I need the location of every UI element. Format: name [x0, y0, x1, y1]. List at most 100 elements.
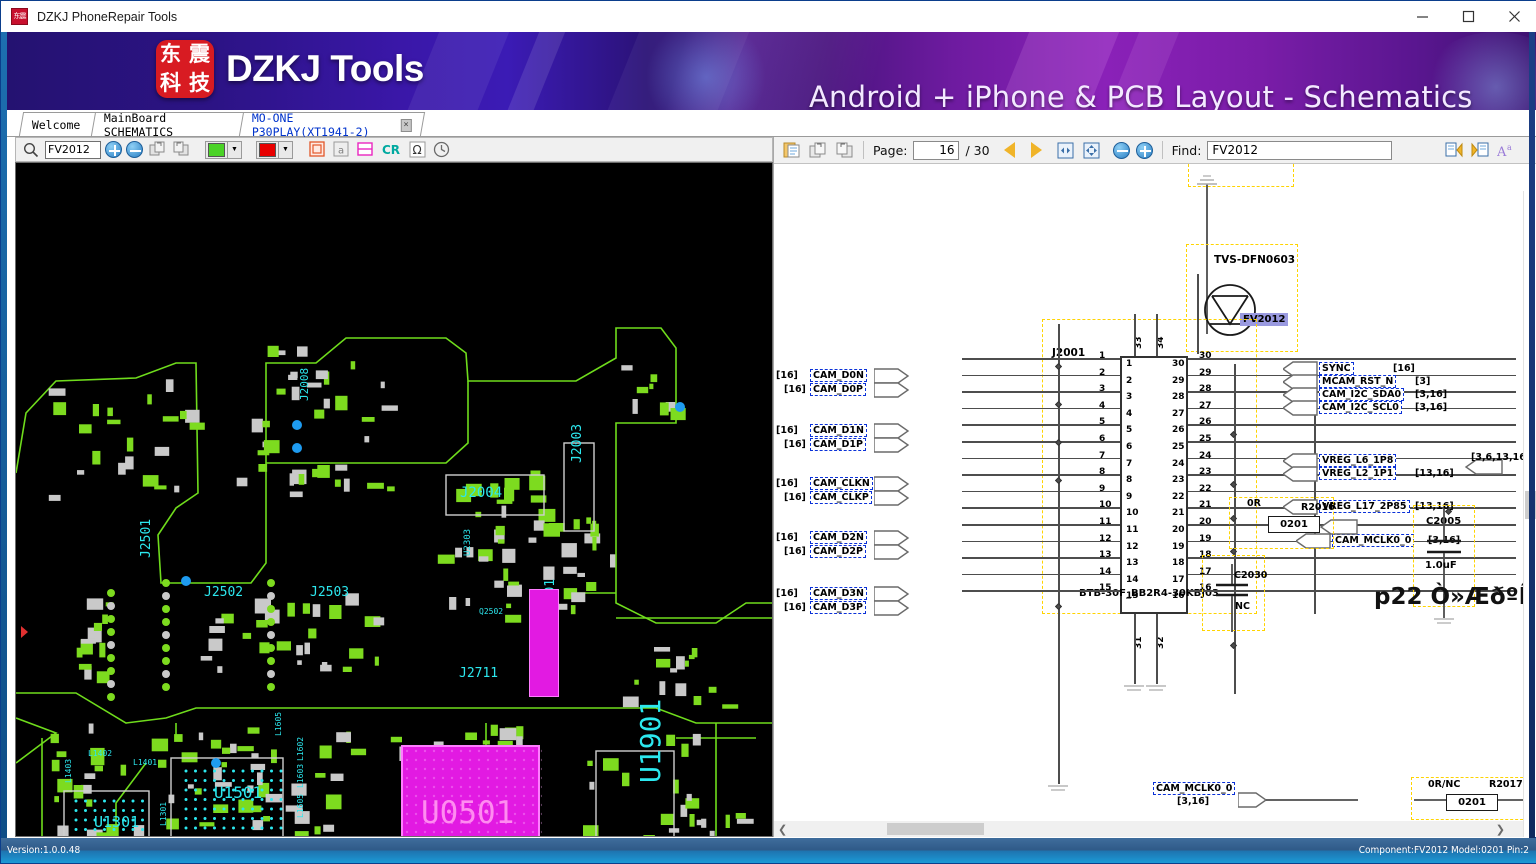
page-label: Page: [873, 142, 908, 158]
net-label-mcam_rst_n[interactable]: MCAM_RST_N [1319, 375, 1397, 388]
pcb-label-l1403: L1403 [64, 758, 73, 783]
zoom-out-icon[interactable] [126, 141, 143, 158]
search-icon[interactable] [21, 140, 41, 160]
net-connector-flag [874, 544, 910, 560]
pcb-search-input[interactable] [45, 140, 101, 159]
net-xref: [16] [776, 478, 798, 489]
tab-label: MO-ONE P30PLAY(XT1941-2) [251, 110, 370, 139]
zoom-in-icon[interactable] [105, 141, 122, 158]
fit-page-icon[interactable] [1082, 140, 1102, 160]
net-xref: [16] [784, 492, 806, 503]
connector-pin-wire [962, 474, 1120, 476]
tab-close-icon[interactable]: × [400, 118, 412, 131]
connector-left-pin-1: 1 [1126, 359, 1133, 369]
chevron-down-icon[interactable]: ▼ [227, 141, 241, 158]
connector-right-pin-21: 21 [1172, 508, 1185, 519]
net-label-cam_d0n[interactable]: CAM_D0N [810, 369, 867, 382]
maximize-icon[interactable] [1445, 1, 1491, 32]
r2017-package: 0201 [1446, 794, 1498, 811]
connector-left-pin-11: 11 [1126, 525, 1139, 535]
connector-left-pin-6: 6 [1126, 442, 1133, 452]
alpha-icon[interactable]: a [331, 140, 351, 160]
line-color-swatch [259, 142, 276, 157]
find-previous-icon[interactable] [1444, 140, 1464, 160]
net-label-vreg_l6_1p8[interactable]: VREG_L6_1P8 [1319, 454, 1397, 467]
r2016-refdes: R2016 [1301, 502, 1335, 513]
net-connector-flag [874, 490, 910, 506]
tab-strip: Welcome MainBoard SCHEMATICS MO-ONE P30P… [1, 110, 1536, 139]
bottom-net-label[interactable]: CAM_MCLK0_0 [1153, 782, 1236, 795]
net-label-vreg_l2_1p1[interactable]: VREG_L2_1P1 [1319, 467, 1397, 480]
net-label-cam_d3p[interactable]: CAM_D3P [810, 601, 866, 614]
net-xref: [3] [1415, 376, 1431, 387]
net-label-cam_i2c_scl0[interactable]: CAM_I2C_SCL0 [1319, 401, 1402, 414]
net-label-cam_d1p[interactable]: CAM_D1P [810, 438, 866, 451]
open-document-icon[interactable] [782, 140, 802, 160]
connector-left-pin-8: 8 [1126, 475, 1133, 486]
chevron-down-icon[interactable]: ▼ [278, 141, 292, 158]
prev-page-icon[interactable] [1003, 142, 1015, 158]
c2030-capacitor-symbol [1216, 564, 1248, 632]
connector-pin-wire [962, 441, 1120, 443]
font-size-icon[interactable]: Aa [1496, 140, 1516, 160]
zoom-out-icon[interactable] [1112, 141, 1130, 159]
history-icon[interactable] [431, 140, 451, 160]
overlay-icon[interactable] [307, 140, 327, 160]
connector-right-pin-25: 25 [1172, 442, 1185, 452]
fill-color-picker[interactable]: ▼ [205, 140, 242, 159]
c2005-value: 1.0uF [1425, 560, 1457, 571]
scroll-right-icon[interactable]: ❯ [1496, 823, 1505, 836]
close-icon[interactable] [1491, 1, 1536, 32]
line-color-picker[interactable]: ▼ [256, 140, 293, 159]
tab-welcome[interactable]: Welcome [18, 112, 102, 136]
net-xref: [16] [776, 588, 798, 599]
ohm-button[interactable]: Ω [407, 140, 427, 160]
schematic-viewport[interactable]: TVS-DFN0603 FV2012 J2001 BTB-30F_BB2R4-3… [774, 164, 1536, 837]
flip-vertical-icon[interactable] [171, 140, 191, 160]
rotate-left-icon[interactable] [808, 140, 828, 160]
schematic-bus-wire [1058, 324, 1060, 784]
net-label-cam_d2p[interactable]: CAM_D2P [810, 545, 866, 558]
schematic-horizontal-scrollbar[interactable]: ❮ ❯ [774, 821, 1523, 837]
connector-right-pin-23: 23 [1172, 475, 1185, 486]
connector-left-pin-2: 2 [1126, 375, 1133, 386]
page-number-input[interactable] [913, 140, 960, 160]
minimize-icon[interactable] [1399, 1, 1445, 32]
schematic-bus-wire [1197, 274, 1199, 354]
ground-symbol [1124, 685, 1144, 691]
net-xref: [16] [784, 384, 806, 395]
scroll-left-icon[interactable]: ❮ [778, 823, 787, 836]
label-u0501: U0501 [421, 795, 515, 831]
pcb-label-j2008: J2008 [298, 367, 311, 401]
net-xref: [3,16] [1415, 389, 1448, 400]
next-page-icon[interactable] [1030, 142, 1042, 158]
net-label-cam_i2c_sda0[interactable]: CAM_I2C_SDA0 [1319, 388, 1405, 401]
tab-mo-one-p30play[interactable]: MO-ONE P30PLAY(XT1941-2) × [238, 110, 426, 139]
find-input[interactable] [1207, 140, 1393, 160]
net-label-cam_d2n[interactable]: CAM_D2N [810, 531, 867, 544]
window-controls [1399, 1, 1536, 32]
net-label-sync[interactable]: SYNC [1319, 362, 1354, 375]
pcb-canvas[interactable]: J2501J2502J2503J2004J2003J2008J2001J2711… [15, 162, 773, 837]
find-next-icon[interactable] [1470, 140, 1490, 160]
connector-right-pin-19: 19 [1172, 541, 1185, 552]
pcb-label-u1901: U1901 [634, 698, 667, 783]
fit-width-icon[interactable] [1056, 140, 1076, 160]
zoom-in-icon[interactable] [1135, 141, 1153, 159]
connector-right-pin-30: 30 [1172, 359, 1185, 369]
pcb-label-l1605b: L1605 [296, 793, 305, 818]
app-banner: 东震科技 DZKJ Tools Android + iPhone & PCB L… [1, 32, 1536, 110]
connector-right-pin-17: 17 [1172, 574, 1185, 585]
net-label-cam_d3n[interactable]: CAM_D3N [810, 587, 867, 600]
net-label-cam_d0p[interactable]: CAM_D0P [810, 383, 866, 396]
split-view-icon[interactable] [355, 140, 375, 160]
tab-mainboard-schematics[interactable]: MainBoard SCHEMATICS [90, 111, 248, 139]
scroll-thumb[interactable] [887, 823, 984, 835]
net-label-cam_clkp[interactable]: CAM_CLKP [810, 491, 872, 504]
cr-button[interactable]: CR [379, 140, 403, 160]
rotate-right-icon[interactable] [834, 140, 854, 160]
net-label-cam_clkn[interactable]: CAM_CLKN [810, 477, 873, 490]
pcb-label-j2502: J2502 [204, 585, 244, 600]
net-label-cam_d1n[interactable]: CAM_D1N [810, 424, 867, 437]
flip-horizontal-icon[interactable] [147, 140, 167, 160]
